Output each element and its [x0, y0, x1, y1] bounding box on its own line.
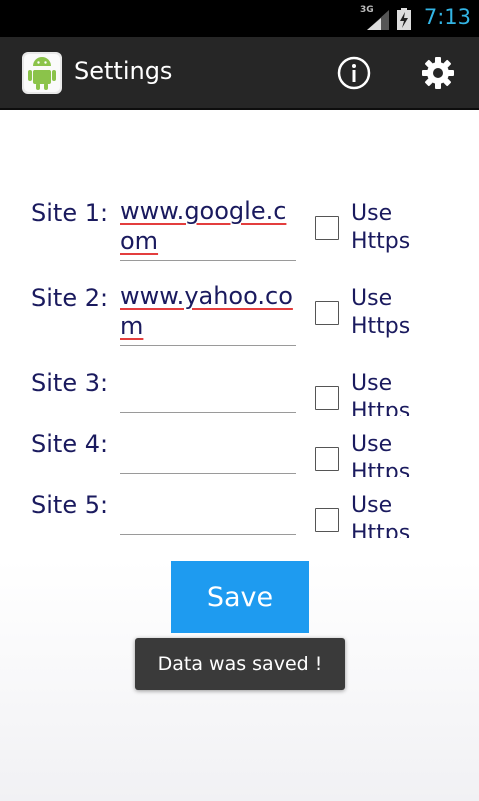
site-1-https-label[interactable]: Use Https — [351, 200, 441, 256]
gear-icon[interactable] — [420, 55, 456, 91]
site-1-https-checkbox[interactable] — [315, 216, 339, 240]
site-5-input[interactable] — [120, 488, 296, 535]
signal-icon — [367, 10, 389, 30]
site-2-input[interactable]: www.yahoo.com — [120, 281, 296, 346]
site-2-value: www.yahoo.com — [120, 282, 293, 340]
clock: 7:13 — [423, 5, 471, 29]
site-5-https-label[interactable]: Use Https — [351, 492, 441, 538]
action-bar: Settings — [0, 37, 479, 110]
site-1-label: Site 1: — [31, 199, 109, 227]
battery-charging-icon — [397, 8, 411, 30]
android-robot-icon[interactable] — [20, 50, 64, 96]
toast-message: Data was saved ! — [135, 638, 345, 690]
site-settings-form: Site 1: www.google.com Use Https Site 2:… — [22, 184, 458, 540]
site-3-input[interactable] — [120, 366, 296, 413]
status-bar: 3G 7:13 — [0, 0, 479, 37]
save-button[interactable]: Save — [171, 561, 309, 633]
site-3-https-label[interactable]: Use Https — [351, 370, 441, 416]
page-title: Settings — [74, 57, 173, 85]
site-5-label: Site 5: — [31, 491, 109, 519]
site-2-label: Site 2: — [31, 284, 109, 312]
site-4-label: Site 4: — [31, 430, 109, 458]
site-4-https-label[interactable]: Use Https — [351, 431, 441, 477]
site-3-https-checkbox[interactable] — [315, 386, 339, 410]
site-1-input[interactable]: www.google.com — [120, 196, 296, 261]
site-2-https-checkbox[interactable] — [315, 301, 339, 325]
site-1-value: www.google.com — [120, 197, 287, 255]
site-5-https-checkbox[interactable] — [315, 508, 339, 532]
info-icon[interactable] — [336, 55, 372, 91]
site-3-label: Site 3: — [31, 369, 109, 397]
site-4-input[interactable] — [120, 427, 296, 474]
site-2-https-label[interactable]: Use Https — [351, 285, 441, 341]
site-4-https-checkbox[interactable] — [315, 447, 339, 471]
